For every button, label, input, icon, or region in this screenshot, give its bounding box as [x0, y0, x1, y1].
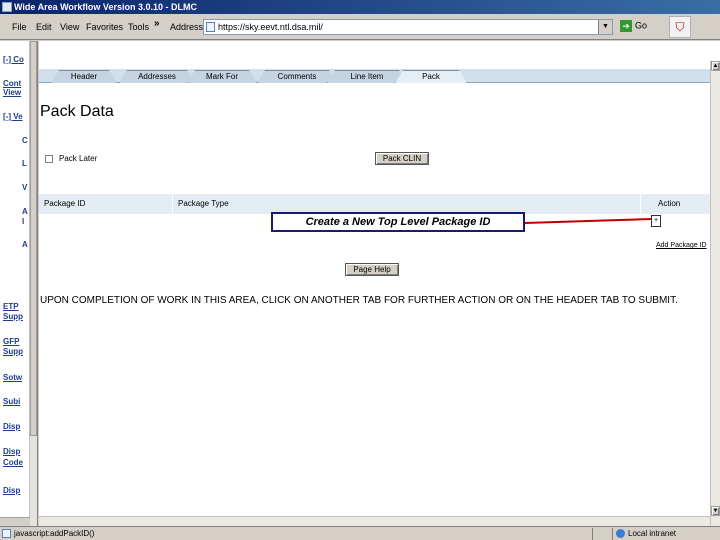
browser-toolbar: File Edit View Favorites Tools » Address… — [0, 14, 720, 40]
sidebar-item[interactable]: [-] Co — [3, 55, 24, 64]
status-divider — [592, 528, 593, 540]
toolbar-chevron-icon[interactable]: » — [154, 18, 160, 29]
scroll-down-icon[interactable]: ▼ — [711, 506, 720, 516]
sidebar-item[interactable]: V — [22, 183, 27, 192]
status-page-icon — [2, 529, 11, 538]
page-icon — [206, 22, 215, 32]
sidebar-item[interactable]: A — [22, 240, 28, 249]
tab-header[interactable]: Header — [51, 70, 117, 83]
column-action: Action — [658, 199, 681, 208]
column-divider — [172, 194, 173, 214]
top-strip — [39, 41, 720, 61]
status-text: javascript:addPackID() — [14, 529, 95, 538]
go-arrow-icon: ➔ — [620, 20, 632, 32]
go-button[interactable]: ➔ Go — [620, 20, 666, 34]
status-divider — [612, 528, 613, 540]
content-horizontal-scrollbar[interactable] — [39, 516, 710, 526]
intranet-zone-icon — [616, 529, 625, 538]
sidebar-item[interactable]: Code — [3, 458, 23, 467]
sidebar-item[interactable]: ETP — [3, 302, 19, 311]
sidebar-item[interactable]: Disp — [3, 486, 20, 495]
callout-arrow — [525, 217, 660, 224]
column-package-type: Package Type — [178, 199, 229, 208]
package-table-header: Package ID Package Type Action — [39, 194, 710, 214]
sidebar-item[interactable]: C — [22, 136, 28, 145]
tab-strip: Header Addresses Mark For Comments Line … — [39, 69, 710, 83]
page-help-button[interactable]: Page Help — [345, 263, 399, 276]
menu-edit[interactable]: Edit — [36, 22, 52, 32]
sidebar-item[interactable]: View — [3, 88, 21, 97]
add-package-link[interactable]: Add Package ID — [656, 242, 707, 249]
sidebar-scroll-thumb[interactable] — [30, 41, 37, 436]
sidebar-item[interactable]: L — [22, 159, 27, 168]
window-title-bar: Wide Area Workflow Version 3.0.10 - DLMC — [0, 0, 720, 14]
column-package-id: Package ID — [44, 199, 86, 208]
tab-pack[interactable]: Pack — [395, 70, 467, 83]
window-title: Wide Area Workflow Version 3.0.10 - DLMC — [14, 2, 197, 12]
tab-addresses[interactable]: Addresses — [119, 70, 195, 83]
sidebar-item[interactable]: A — [22, 207, 28, 216]
column-divider — [640, 194, 641, 214]
go-label: Go — [635, 20, 648, 31]
tab-comments[interactable]: Comments — [257, 70, 337, 83]
address-input[interactable]: https://sky.eevt.ntl.dsa.mil/ ▼ — [203, 19, 613, 35]
main-content-frame: Header Addresses Mark For Comments Line … — [39, 41, 720, 526]
scroll-up-icon[interactable]: ▲ — [711, 61, 720, 71]
address-dropdown-icon[interactable]: ▼ — [598, 20, 612, 34]
instructions-text: UPON COMPLETION OF WORK IN THIS AREA, CL… — [40, 295, 678, 306]
sidebar-item[interactable]: Supp — [3, 312, 23, 321]
pack-later-label: Pack Later — [59, 154, 98, 163]
sidebar-item[interactable]: Disp — [3, 422, 20, 431]
sidebar-item[interactable]: Supp — [3, 347, 23, 356]
acrobat-icon[interactable]: ⛉ — [669, 16, 691, 38]
address-label: Address — [170, 22, 204, 32]
menu-tools[interactable]: Tools — [128, 22, 149, 32]
sidebar-item[interactable]: GFP — [3, 337, 19, 346]
sidebar-item[interactable]: Subi — [3, 397, 20, 406]
menu-view[interactable]: View — [60, 22, 79, 32]
callout-box: Create a New Top Level Package ID — [271, 212, 525, 232]
app-icon — [2, 2, 12, 12]
sidebar-item[interactable]: [-] Ve — [3, 112, 23, 121]
callout-arrow-line — [525, 218, 653, 224]
add-package-icon[interactable]: + — [651, 215, 661, 227]
menu-file[interactable]: File — [12, 22, 27, 32]
sidebar-scrollbar[interactable] — [29, 41, 37, 526]
sidebar-item[interactable]: Sotw — [3, 373, 22, 382]
menu-favorites[interactable]: Favorites — [86, 22, 123, 32]
sidebar-item[interactable]: Cont — [3, 79, 21, 88]
pack-clin-button[interactable]: Pack CLIN — [375, 152, 429, 165]
page-title: Pack Data — [40, 103, 114, 120]
tab-mark-for[interactable]: Mark For — [187, 70, 257, 83]
sidebar-horizontal-scrollbar[interactable] — [0, 517, 30, 526]
sidebar-item[interactable]: Disp — [3, 447, 20, 456]
content-vertical-scrollbar[interactable]: ▲ ▼ — [710, 61, 720, 526]
sidebar-item[interactable]: I — [22, 217, 24, 226]
status-zone: Local intranet — [628, 529, 677, 538]
pack-later-checkbox[interactable] — [45, 155, 53, 163]
tab-line-item[interactable]: Line Item — [327, 70, 407, 83]
address-value: https://sky.eevt.ntl.dsa.mil/ — [218, 22, 323, 32]
left-navigation-frame: [-] Co Cont View [-] Ve C L V A I A ETP … — [0, 41, 38, 526]
status-bar: javascript:addPackID() Local intranet — [0, 526, 720, 540]
